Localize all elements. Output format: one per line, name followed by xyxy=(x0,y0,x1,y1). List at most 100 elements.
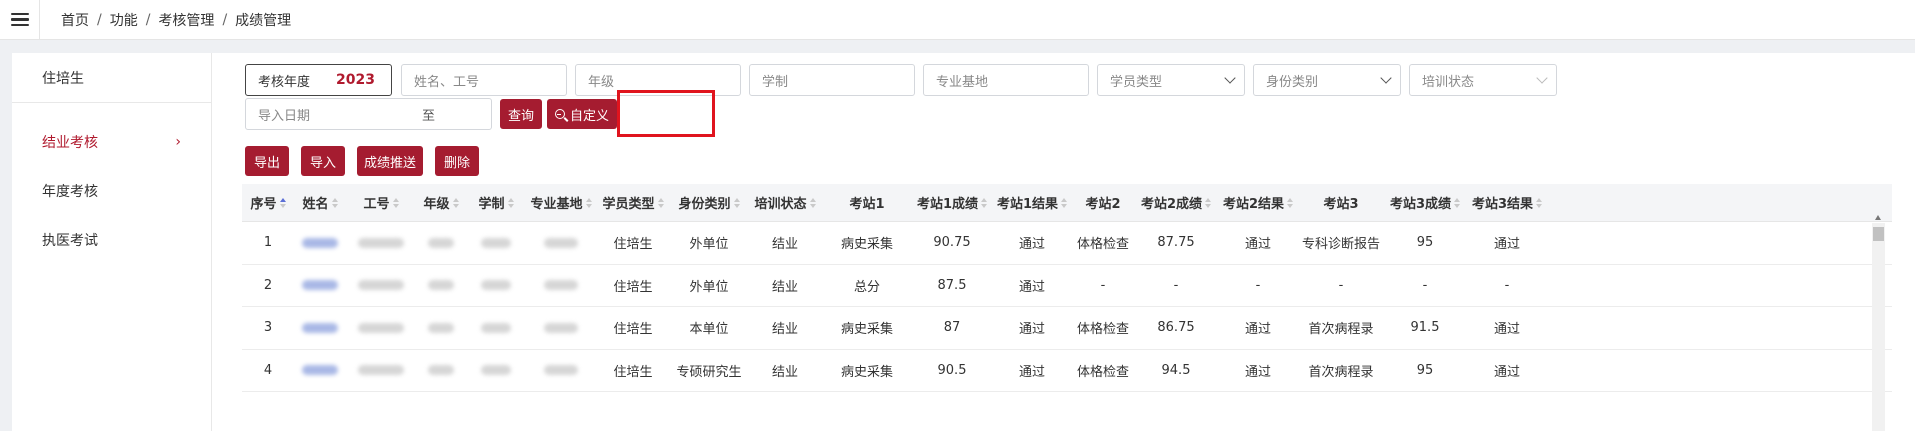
sidebar-item-label: 结业考核 xyxy=(42,134,98,151)
column-header[interactable]: 培训状态 xyxy=(748,184,822,221)
sidebar-item-graduation-exam[interactable]: 结业考核 › xyxy=(12,117,211,166)
column-header[interactable]: 姓名 xyxy=(294,184,346,221)
sort-icon[interactable] xyxy=(452,197,459,208)
table-cell: - xyxy=(1173,277,1179,293)
sort-icon[interactable] xyxy=(733,197,740,208)
column-header-label: 工号 xyxy=(363,197,390,212)
table-cell: 1 xyxy=(263,235,273,251)
table-row[interactable]: 3 住培生 本单位 结业 病史采集 87 通过 体格检查 86.75 通过 首次病程录 91.5 通过 xyxy=(242,307,1892,350)
sort-icon[interactable] xyxy=(657,197,664,208)
breadcrumb-home[interactable]: 首页 xyxy=(61,10,89,30)
sort-icon[interactable] xyxy=(392,197,399,208)
table-cell: 95 xyxy=(1416,235,1434,251)
delete-button[interactable]: 删除 xyxy=(435,146,479,176)
sort-icon[interactable] xyxy=(279,197,286,208)
table-cell: 通过 xyxy=(1493,322,1520,338)
redacted-text xyxy=(358,322,404,333)
column-header[interactable]: 学员类型 xyxy=(596,184,670,221)
redacted-text xyxy=(302,237,338,248)
table-row[interactable]: 1 住培生 外单位 结业 病史采集 90.75 通过 体格检查 87.75 通过 专科诊断报告 95 通… xyxy=(242,222,1892,265)
sort-icon[interactable] xyxy=(1061,197,1068,208)
base-input[interactable]: 专业基地 xyxy=(923,64,1089,96)
table-cell: 通过 xyxy=(1244,364,1271,380)
scrollbar-thumb[interactable] xyxy=(1873,227,1884,241)
sort-icon[interactable] xyxy=(585,197,592,208)
breadcrumb-score-management: 成绩管理 xyxy=(235,12,292,29)
student-type-placeholder: 学员类型 xyxy=(1110,74,1163,90)
redacted-text xyxy=(428,322,454,333)
import-button-label: 导入 xyxy=(309,155,336,171)
column-header[interactable]: 学制 xyxy=(466,184,526,221)
sidebar-item-license-exam[interactable]: 执医考试 xyxy=(12,215,211,264)
exam-year-select[interactable]: 考核年度 2023 xyxy=(245,64,392,96)
sort-icon[interactable] xyxy=(1205,197,1212,208)
chevron-down-icon xyxy=(1380,72,1392,84)
sidebar-item-annual-exam[interactable]: 年度考核 xyxy=(12,166,211,215)
chevron-down-icon xyxy=(1536,72,1548,84)
column-header[interactable]: 专业基地 xyxy=(526,184,596,221)
table-cell: 病史采集 xyxy=(840,364,893,380)
column-header-label: 考站2结果 xyxy=(1222,197,1285,212)
training-status-select[interactable]: 培训状态 xyxy=(1409,64,1557,96)
table-cell: 通过 xyxy=(1493,364,1520,380)
column-header-label: 考站3结果 xyxy=(1471,197,1534,212)
table-cell: - xyxy=(1100,277,1106,293)
sort-icon[interactable] xyxy=(1287,197,1294,208)
sort-icon[interactable] xyxy=(331,197,338,208)
student-type-select[interactable]: 学员类型 xyxy=(1097,64,1245,96)
sort-icon[interactable] xyxy=(1536,197,1543,208)
column-header[interactable]: 工号 xyxy=(346,184,416,221)
table-cell: 专硕研究生 xyxy=(676,364,742,380)
custom-button[interactable]: 自定义 xyxy=(547,99,617,129)
sort-icon[interactable] xyxy=(1454,197,1461,208)
system-input[interactable]: 学制 xyxy=(749,64,915,96)
table-row[interactable]: 2 住培生 外单位 结业 总分 87.5 通过 - - - - - - xyxy=(242,265,1892,307)
redacted-cell xyxy=(346,265,416,307)
column-header-label: 年级 xyxy=(423,197,450,212)
column-header[interactable]: 考站1结果 xyxy=(992,184,1072,221)
sort-icon[interactable] xyxy=(507,197,514,208)
sort-icon[interactable] xyxy=(981,197,988,208)
query-button[interactable]: 查询 xyxy=(500,99,542,129)
column-header-label: 考站2 xyxy=(1085,197,1121,212)
export-button[interactable]: 导出 xyxy=(245,146,289,176)
redacted-cell xyxy=(466,350,526,392)
column-header[interactable]: 身份类别 xyxy=(670,184,748,221)
table-cell: 结业 xyxy=(771,364,798,380)
table-row[interactable]: 4 住培生 专硕研究生 结业 病史采集 90.5 通过 体格检查 94.5 通过 首次病程录 95 通过 xyxy=(242,350,1892,392)
redacted-cell xyxy=(416,222,466,264)
sort-icon[interactable] xyxy=(809,197,816,208)
table-cell: 结业 xyxy=(771,322,798,338)
breadcrumb-function[interactable]: 功能 xyxy=(110,10,138,30)
breadcrumb-exam-management[interactable]: 考核管理 xyxy=(158,10,214,30)
import-button[interactable]: 导入 xyxy=(301,146,345,176)
menu-toggle-icon[interactable] xyxy=(0,0,40,40)
name-id-input[interactable]: 姓名、工号 xyxy=(401,64,567,96)
redacted-cell xyxy=(346,350,416,392)
table-cell: 首次病程录 xyxy=(1308,322,1374,338)
column-header[interactable]: 考站2成绩 xyxy=(1134,184,1218,221)
column-header[interactable]: 考站3结果 xyxy=(1466,184,1548,221)
name-id-placeholder: 姓名、工号 xyxy=(414,74,480,90)
column-header[interactable]: 考站3成绩 xyxy=(1384,184,1466,221)
column-header[interactable]: 序号 xyxy=(242,184,294,221)
identity-select[interactable]: 身份类别 xyxy=(1253,64,1401,96)
table-cell: - xyxy=(1504,277,1510,293)
system-placeholder: 学制 xyxy=(762,74,789,90)
vertical-scrollbar[interactable] xyxy=(1872,215,1885,431)
column-header-label: 序号 xyxy=(250,197,277,212)
column-header[interactable]: 年级 xyxy=(416,184,466,221)
breadcrumb-separator: / xyxy=(97,11,102,28)
push-scores-button[interactable]: 成绩推送 xyxy=(357,146,423,176)
import-date-range[interactable]: 导入日期 至 xyxy=(245,98,492,130)
scores-table: 序号 姓名 工号 年级 学制 专业基地 学员类型 身份类别 培训状态 考站1 考站1成绩 考站1结果 考… xyxy=(242,184,1892,392)
column-header[interactable]: 考站1成绩 xyxy=(912,184,992,221)
column-header[interactable]: 考站2结果 xyxy=(1218,184,1298,221)
identity-placeholder: 身份类别 xyxy=(1266,74,1319,90)
redacted-text xyxy=(481,237,511,248)
redacted-cell xyxy=(346,222,416,264)
table-cell: 总分 xyxy=(853,279,880,295)
sidebar-header: 住培生 xyxy=(12,53,211,103)
table-cell: 住培生 xyxy=(613,279,653,295)
scroll-up-icon[interactable] xyxy=(1875,215,1881,220)
